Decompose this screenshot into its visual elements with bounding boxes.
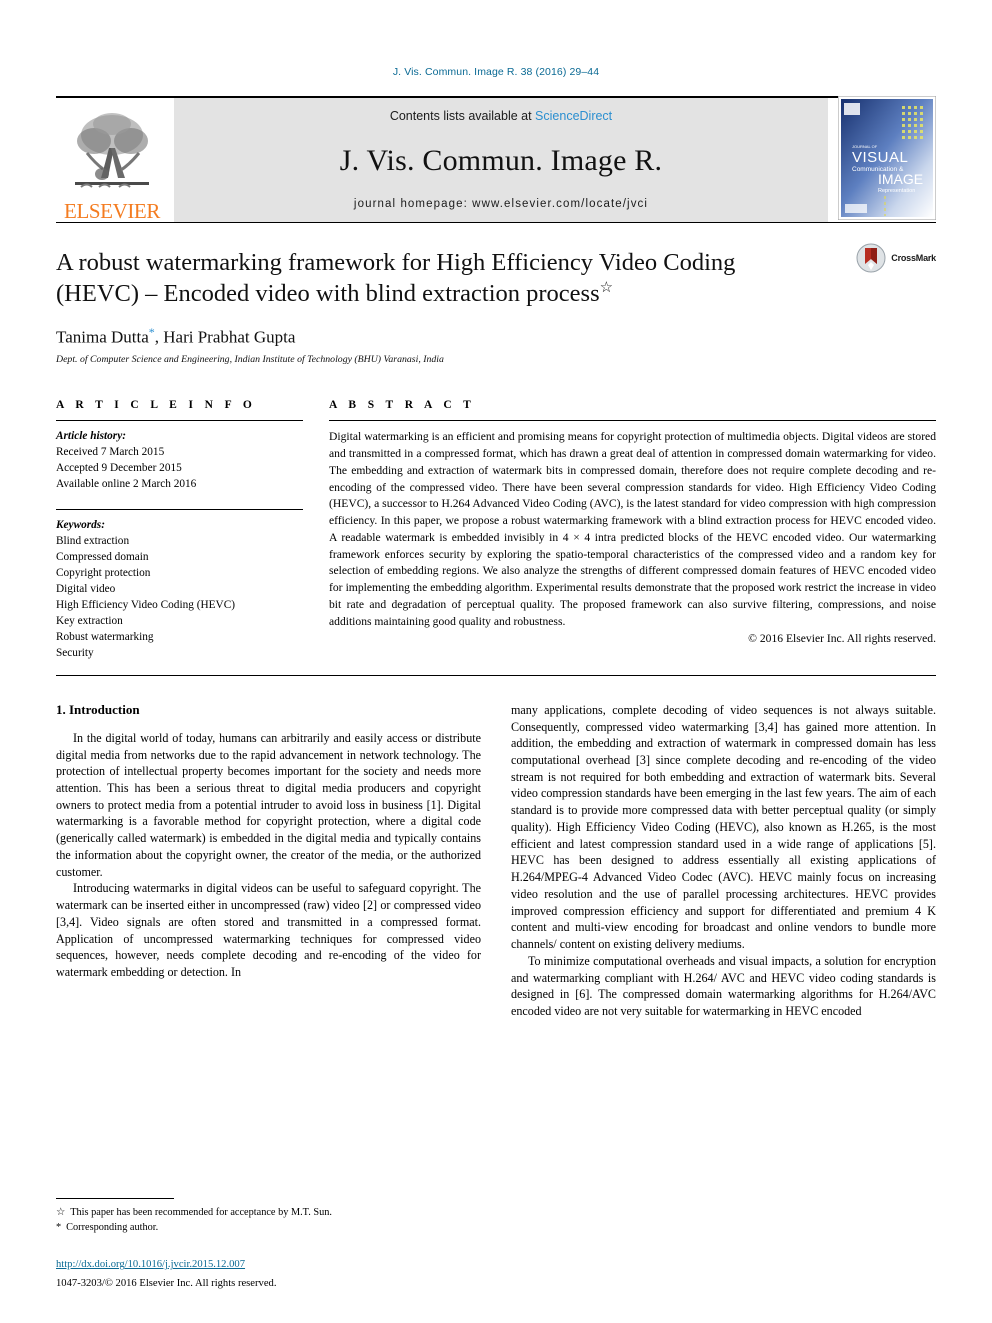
author-list: Tanima Dutta*, Hari Prabhat Gupta xyxy=(56,325,936,348)
article-info-column: A R T I C L E I N F O Article history: R… xyxy=(56,399,303,660)
abstract-heading: A B S T R A C T xyxy=(329,399,476,412)
footnote-corresponding: * Corresponding author. xyxy=(56,1220,488,1235)
elsevier-wordmark: ELSEVIER xyxy=(64,199,160,223)
keyword-item: Blind extraction xyxy=(56,534,130,547)
doi-block: http://dx.doi.org/10.1016/j.jvcir.2015.1… xyxy=(56,1258,488,1291)
footnote-mark-star: * xyxy=(56,1221,62,1233)
paragraph: many applications, complete decoding of … xyxy=(511,702,936,952)
keyword-item: Robust watermarking xyxy=(56,630,154,643)
article-info-heading: A R T I C L E I N F O xyxy=(56,399,257,412)
running-head: J. Vis. Commun. Image R. 38 (2016) 29–44 xyxy=(392,66,600,78)
info-abstract-region: A R T I C L E I N F O Article history: R… xyxy=(56,399,936,660)
journal-masthead: ELSEVIER Contents lists available at Sci… xyxy=(56,95,937,225)
keyword-item: Compressed domain xyxy=(56,550,149,563)
doi-link[interactable]: http://dx.doi.org/10.1016/j.jvcir.2015.1… xyxy=(56,1258,488,1272)
article-page: J. Vis. Commun. Image R. 38 (2016) 29–44 xyxy=(0,0,992,1323)
elsevier-logo: ELSEVIER xyxy=(56,98,168,222)
footnote-acceptance: ☆ This paper has been recommended for acc… xyxy=(56,1205,488,1220)
crossmark-icon xyxy=(856,243,886,273)
contents-available-line: Contents lists available at ScienceDirec… xyxy=(390,109,612,123)
elsevier-tree-icon xyxy=(75,113,149,188)
keyword-item: Security xyxy=(56,646,94,659)
keyword-item: Key extraction xyxy=(56,614,123,627)
svg-text:IMAGE: IMAGE xyxy=(878,171,923,187)
sciencedirect-link[interactable]: ScienceDirect xyxy=(535,109,612,123)
page-title: A robust watermarking framework for High… xyxy=(56,247,816,310)
footnote-mark-dagger: ☆ xyxy=(56,1206,66,1218)
title-block: CrossMark A robust watermarking framewor… xyxy=(56,223,936,365)
svg-text:Representation: Representation xyxy=(878,188,915,194)
keyword-item: High Efficiency Video Coding (HEVC) xyxy=(56,598,235,611)
abstract-bottom-rule xyxy=(56,674,936,676)
paragraph: Introducing watermarks in digital videos… xyxy=(56,881,481,980)
keywords-block: Keywords: Blind extraction Compressed do… xyxy=(56,508,303,661)
footnote-region: ☆ This paper has been recommended for acc… xyxy=(56,1197,488,1291)
keyword-item: Digital video xyxy=(56,582,116,595)
title-line-2: (HEVC) – Encoded video with blind extrac… xyxy=(56,280,600,308)
body-column-left: 1. Introduction In the digital world of … xyxy=(56,702,481,1020)
body-column-right: many applications, complete decoding of … xyxy=(511,702,936,1020)
history-accepted: Accepted 9 December 2015 xyxy=(56,462,182,475)
journal-title: J. Vis. Commun. Image R. xyxy=(339,143,663,177)
paragraph: In the digital world of today, humans ca… xyxy=(56,730,481,879)
crossmark-label: CrossMark xyxy=(891,253,936,263)
paragraph: To minimize computational overheads and … xyxy=(511,953,936,1018)
footnote-corresponding-text: Corresponding author. xyxy=(66,1221,159,1233)
history-online: Available online 2 March 2016 xyxy=(56,478,197,491)
author-2[interactable]: , Hari Prabhat Gupta xyxy=(155,327,296,346)
section-heading-introduction: 1. Introduction xyxy=(56,701,140,717)
article-history-group: Article history: Received 7 March 2015 A… xyxy=(56,421,303,492)
issn-copyright-line: 1047-3203/© 2016 Elsevier Inc. All right… xyxy=(56,1277,277,1289)
abstract-text: Digital watermarking is an efficient and… xyxy=(329,430,936,628)
footnote-rule xyxy=(56,1197,174,1199)
masthead-center-panel: Contents lists available at ScienceDirec… xyxy=(174,98,828,222)
history-received: Received 7 March 2015 xyxy=(56,446,165,459)
abstract-column: A B S T R A C T Digital watermarking is … xyxy=(329,399,936,660)
author-1[interactable]: Tanima Dutta xyxy=(56,327,149,346)
title-footnote-mark[interactable]: ☆ xyxy=(600,280,613,296)
affiliation: Dept. of Computer Science and Engineerin… xyxy=(56,354,444,366)
keyword-item: Copyright protection xyxy=(56,566,151,579)
footnote-acceptance-text: This paper has been recommended for acce… xyxy=(70,1206,332,1218)
journal-cover-thumbnail: JOURNAL OF VISUAL Communication & IMAGE … xyxy=(837,95,937,225)
contents-prefix-text: Contents lists available at xyxy=(389,109,536,123)
keywords-label: Keywords: xyxy=(56,518,105,531)
journal-homepage-line[interactable]: journal homepage: www.elsevier.com/locat… xyxy=(354,198,648,210)
journal-cover-image: JOURNAL OF VISUAL Communication & IMAGE … xyxy=(837,95,937,220)
crossmark-badge[interactable]: CrossMark xyxy=(856,243,936,273)
keywords-group: Keywords: Blind extraction Compressed do… xyxy=(56,510,303,661)
title-line-1: A robust watermarking framework for High… xyxy=(56,249,736,276)
svg-text:VISUAL: VISUAL xyxy=(852,149,908,166)
article-history-label: Article history: xyxy=(56,430,126,443)
body-columns: 1. Introduction In the digital world of … xyxy=(56,702,936,1020)
abstract-copyright: © 2016 Elsevier Inc. All rights reserved… xyxy=(748,632,936,646)
